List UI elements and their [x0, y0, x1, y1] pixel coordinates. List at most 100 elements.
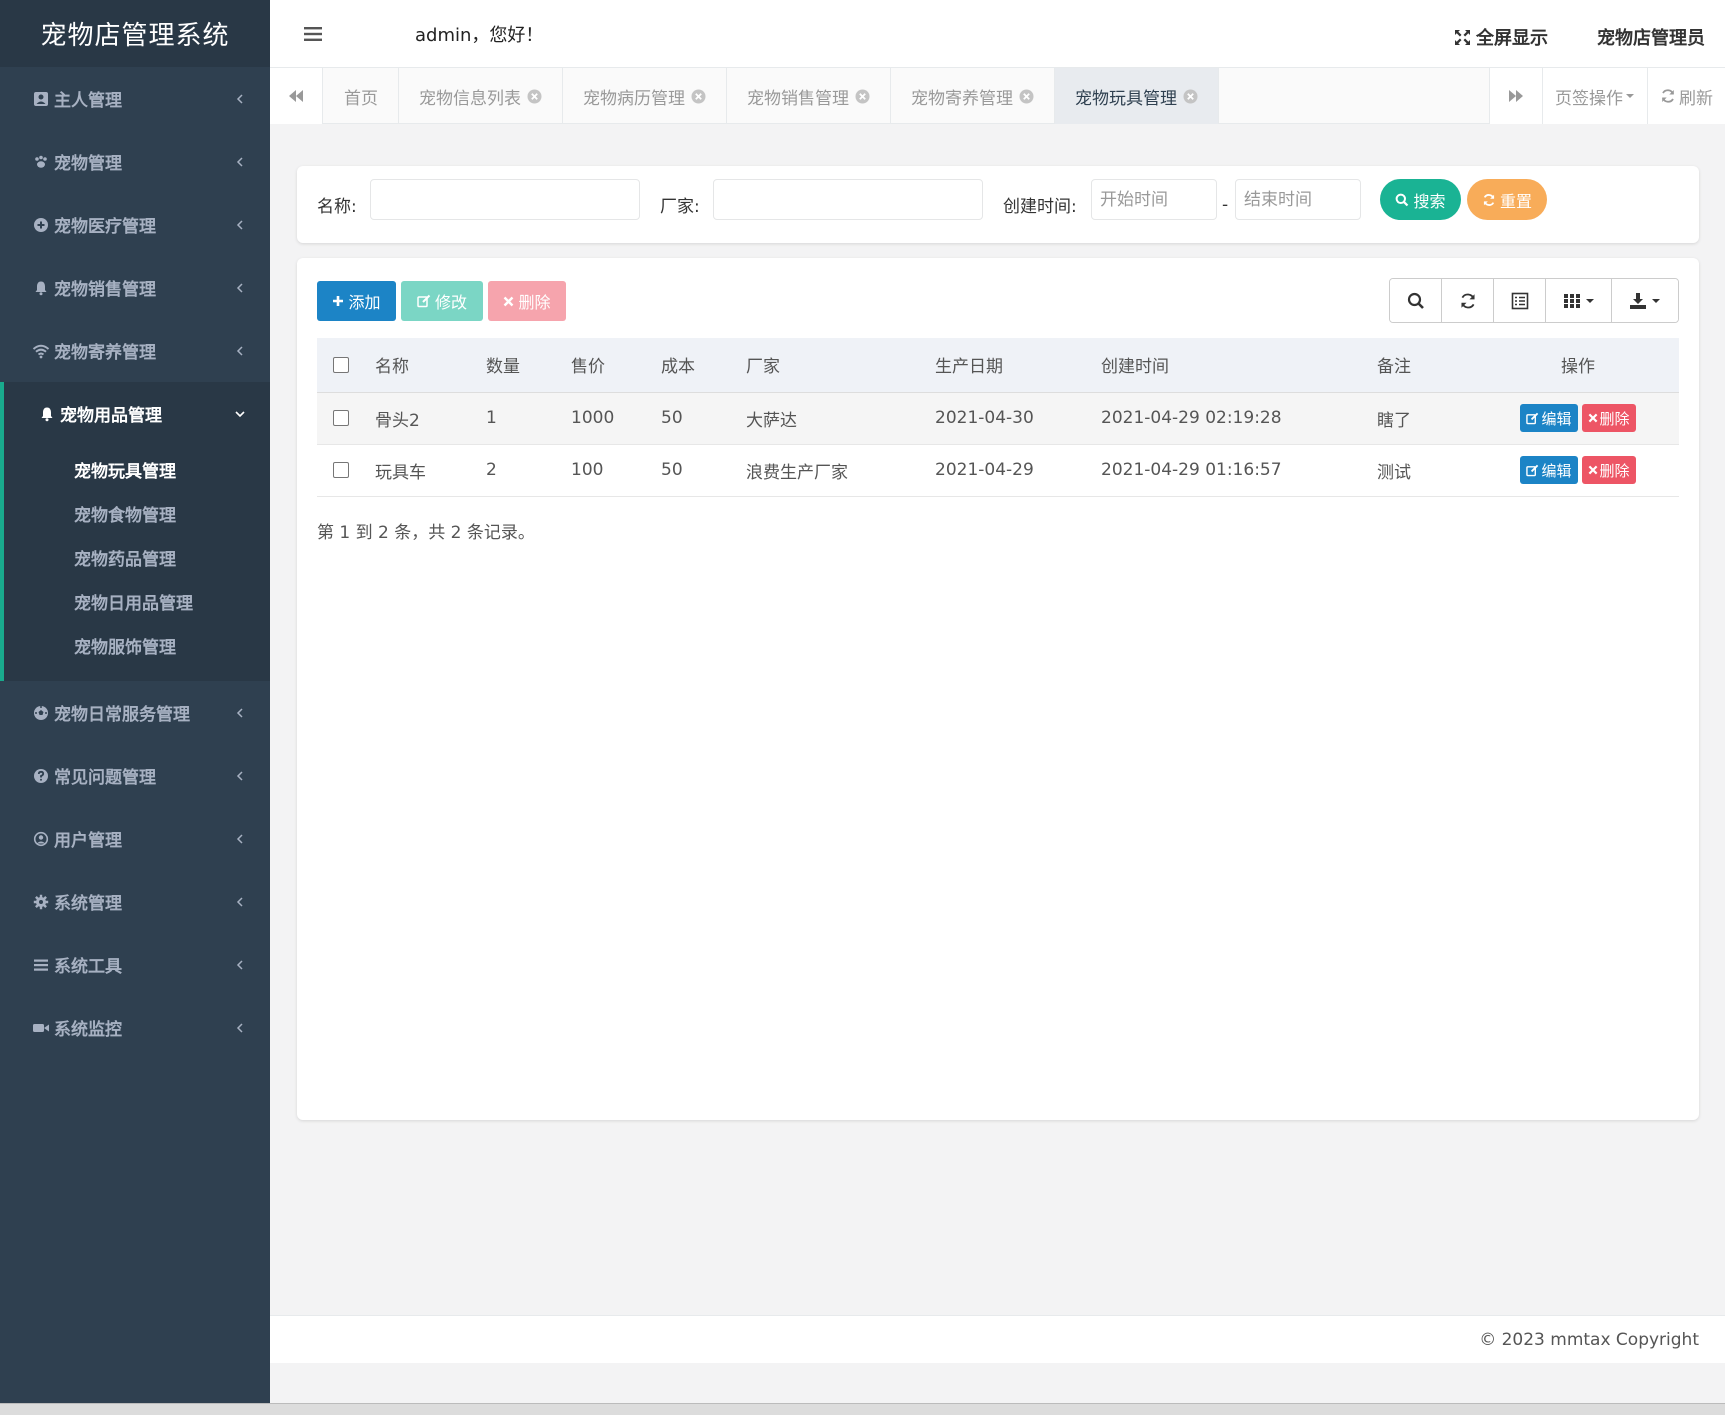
cell-name: 玩具车 — [375, 444, 486, 497]
tab-label: 宠物病历管理 — [583, 88, 685, 109]
refresh-table-button[interactable] — [1442, 279, 1494, 322]
sidebar-item-owner[interactable]: 主人管理 — [0, 67, 270, 130]
column-header[interactable]: 成本 — [661, 338, 746, 393]
cell-qty: 1 — [486, 392, 571, 445]
toggle-card-view-button[interactable] — [1494, 279, 1546, 322]
submenu-item-daily-goods[interactable]: 宠物日用品管理 — [4, 579, 270, 623]
sidebar-item-supplies[interactable]: 宠物用品管理 — [4, 382, 270, 445]
column-header[interactable]: 创建时间 — [1101, 338, 1377, 393]
row-delete-button[interactable]: 删除 — [1581, 456, 1636, 484]
cell-name: 骨头2 — [375, 392, 486, 445]
hamburger-menu-icon[interactable] — [304, 26, 322, 42]
tab-scroll-right-button[interactable] — [1489, 68, 1542, 124]
submenu-item-toys[interactable]: 宠物玩具管理 — [4, 447, 270, 491]
reset-button[interactable]: 重置 — [1467, 179, 1547, 220]
edit-icon — [1526, 412, 1539, 424]
tab-pet-info-list[interactable]: 宠物信息列表 — [399, 68, 563, 124]
cell-cost: 50 — [661, 444, 746, 497]
column-header[interactable]: 备注 — [1377, 338, 1477, 393]
vendor-input[interactable] — [713, 179, 983, 220]
table-row: 玩具车 2 100 50 浪费生产厂家 2021-04-29 2021-04-2… — [317, 444, 1679, 497]
sidebar-item-label: 系统管理 — [54, 894, 122, 914]
close-circle-icon[interactable] — [1183, 89, 1198, 104]
edit-button[interactable]: 修改 — [401, 281, 483, 321]
refresh-tab-button[interactable]: 刷新 — [1647, 68, 1725, 124]
fullscreen-label: 全屏显示 — [1476, 28, 1548, 49]
tab-scroll-left-button[interactable] — [270, 68, 323, 124]
sidebar-item-daily-service[interactable]: 宠物日常服务管理 — [0, 681, 270, 744]
submenu-item-clothing[interactable]: 宠物服饰管理 — [4, 623, 270, 667]
row-checkbox[interactable] — [333, 462, 349, 478]
close-circle-icon[interactable] — [691, 89, 706, 104]
sidebar-item-label: 宠物销售管理 — [54, 280, 156, 300]
start-time-input[interactable] — [1091, 179, 1217, 220]
search-icon — [1396, 193, 1409, 206]
column-header[interactable]: 数量 — [486, 338, 571, 393]
cell-remark: 瞎了 — [1377, 392, 1477, 445]
table-header-row: 名称 数量 售价 成本 厂家 生产日期 创建时间 备注 操作 — [317, 338, 1679, 393]
add-button[interactable]: 添加 — [317, 281, 396, 321]
sidebar-item-users[interactable]: 用户管理 — [0, 807, 270, 870]
cell-cost: 50 — [661, 392, 746, 445]
column-header[interactable]: 生产日期 — [935, 338, 1101, 393]
sidebar-item-medical[interactable]: 宠物医疗管理 — [0, 193, 270, 256]
tab-home[interactable]: 首页 — [324, 68, 399, 124]
column-header[interactable]: 售价 — [571, 338, 661, 393]
close-circle-icon[interactable] — [527, 89, 542, 104]
row-edit-label: 编辑 — [1541, 461, 1572, 480]
tab-pet-medical[interactable]: 宠物病历管理 — [563, 68, 727, 124]
cell-qty: 2 — [486, 444, 571, 497]
chevron-left-icon — [236, 959, 243, 970]
sidebar-item-label: 系统工具 — [54, 957, 122, 977]
close-circle-icon[interactable] — [1019, 89, 1034, 104]
chevron-left-icon — [236, 1022, 243, 1033]
sidebar-item-tools[interactable]: 系统工具 — [0, 933, 270, 996]
tab-pet-sales[interactable]: 宠物销售管理 — [727, 68, 891, 124]
sidebar-item-boarding[interactable]: 宠物寄养管理 — [0, 319, 270, 382]
caret-down-icon — [1585, 298, 1594, 303]
row-select-cell — [317, 392, 375, 445]
select-all-cell — [317, 338, 375, 393]
toggle-search-button[interactable] — [1390, 279, 1442, 322]
sidebar-item-faq[interactable]: 常见问题管理 — [0, 744, 270, 807]
tab-ops-label: 页签操作 — [1555, 88, 1623, 109]
sidebar-item-pet[interactable]: 宠物管理 — [0, 130, 270, 193]
tab-actions: 页签操作 刷新 — [1489, 68, 1725, 124]
row-checkbox[interactable] — [333, 410, 349, 426]
row-edit-button[interactable]: 编辑 — [1520, 404, 1578, 432]
column-header[interactable]: 厂家 — [746, 338, 935, 393]
close-circle-icon[interactable] — [855, 89, 870, 104]
chevron-left-icon — [236, 833, 243, 844]
delete-button[interactable]: 删除 — [488, 281, 566, 321]
edit-icon — [417, 294, 431, 308]
export-dropdown-button[interactable] — [1612, 279, 1678, 322]
columns-dropdown-button[interactable] — [1546, 279, 1612, 322]
sidebar-item-sales[interactable]: 宠物销售管理 — [0, 256, 270, 319]
cell-created: 2021-04-29 01:16:57 — [1101, 444, 1377, 497]
row-edit-button[interactable]: 编辑 — [1520, 456, 1578, 484]
fullscreen-button[interactable]: 全屏显示 — [1454, 24, 1548, 50]
delete-button-label: 删除 — [518, 293, 551, 312]
row-select-cell — [317, 444, 375, 497]
select-all-checkbox[interactable] — [333, 356, 349, 373]
tab-pet-toys[interactable]: 宠物玩具管理 — [1055, 68, 1219, 124]
search-icon — [1407, 292, 1424, 309]
sidebar-item-label: 宠物用品管理 — [60, 406, 162, 426]
video-camera-icon — [32, 1019, 50, 1037]
tab-label: 宠物信息列表 — [419, 88, 521, 109]
submenu-item-medicine[interactable]: 宠物药品管理 — [4, 535, 270, 579]
sidebar-item-system[interactable]: 系统管理 — [0, 870, 270, 933]
edit-icon — [1526, 464, 1539, 476]
search-button[interactable]: 搜索 — [1380, 179, 1461, 220]
tab-pet-boarding[interactable]: 宠物寄养管理 — [891, 68, 1055, 124]
sidebar-item-monitor[interactable]: 系统监控 — [0, 996, 270, 1059]
column-header[interactable]: 名称 — [375, 338, 486, 393]
chevron-left-icon — [236, 707, 243, 718]
submenu-item-food[interactable]: 宠物食物管理 — [4, 491, 270, 535]
name-input[interactable] — [370, 179, 640, 220]
tab-ops-dropdown[interactable]: 页签操作 — [1542, 68, 1647, 124]
data-table: 名称 数量 售价 成本 厂家 生产日期 创建时间 备注 操作 骨头2 1 100… — [317, 338, 1679, 497]
row-delete-button[interactable]: 删除 — [1581, 404, 1636, 432]
user-menu[interactable]: 宠物店管理员 — [1597, 24, 1705, 50]
end-time-input[interactable] — [1235, 179, 1361, 220]
